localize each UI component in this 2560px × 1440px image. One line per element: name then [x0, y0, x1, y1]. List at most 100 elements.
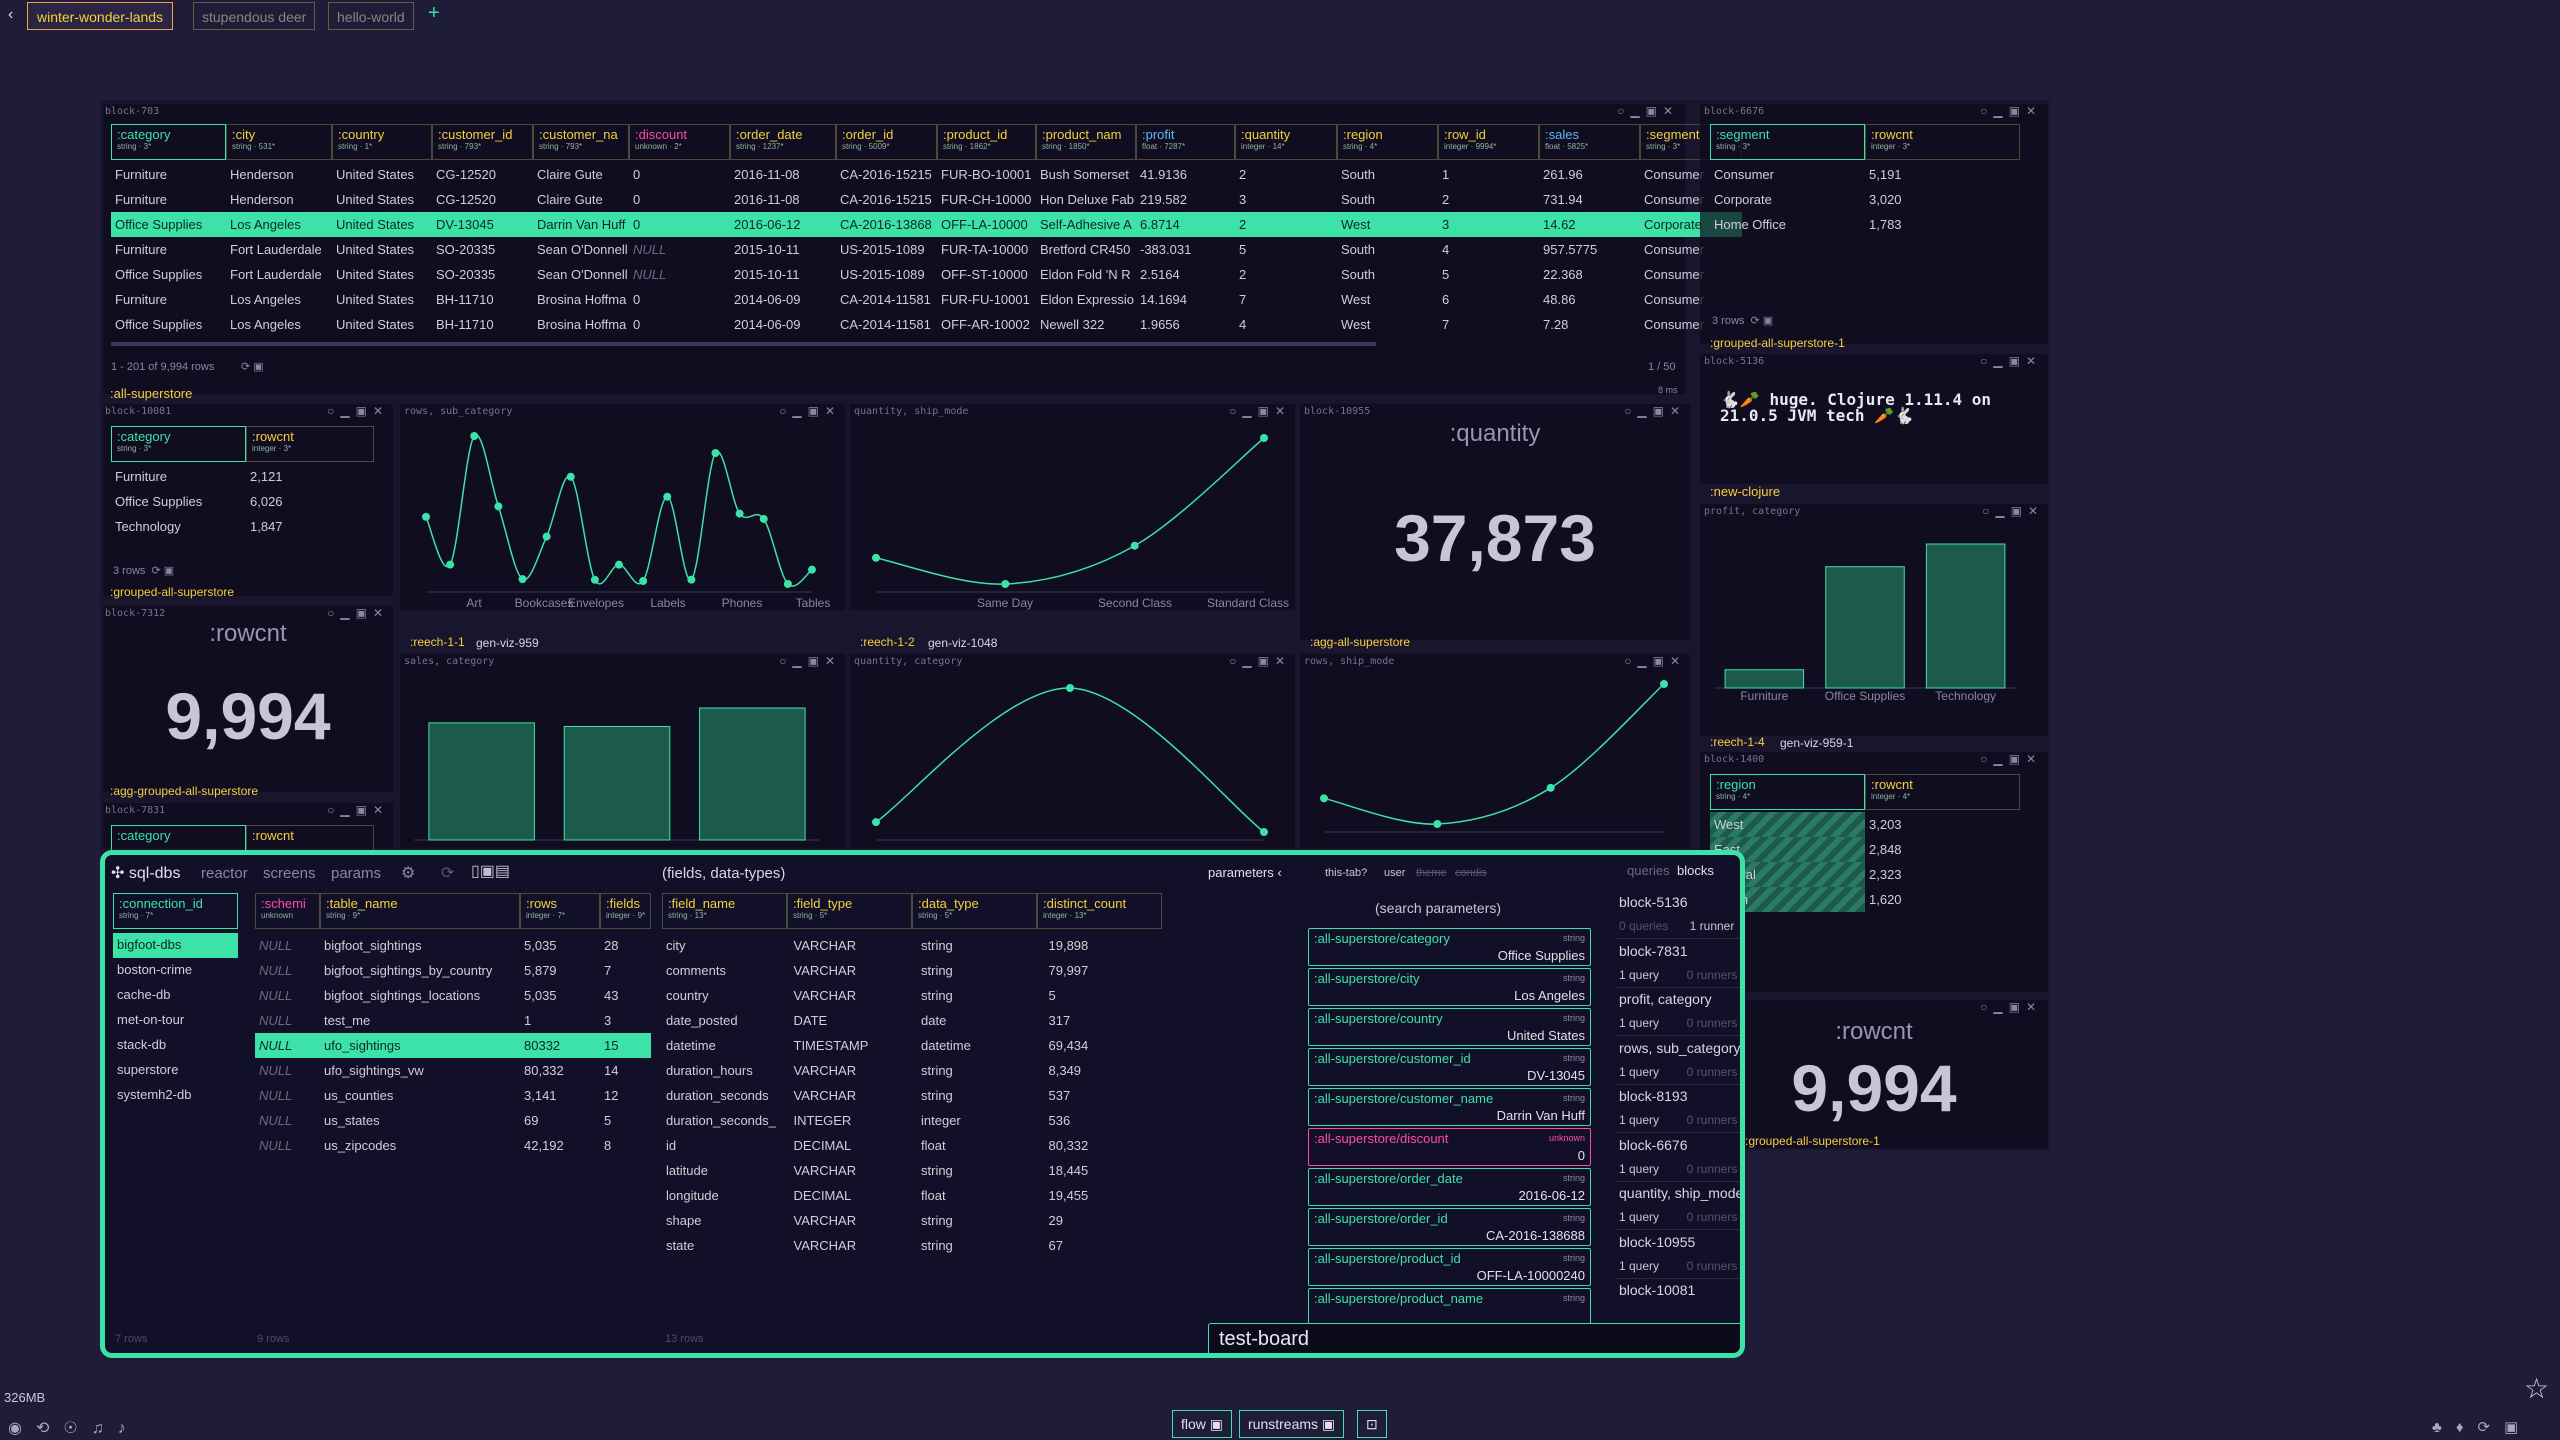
sales-cat-chart-block[interactable]: sales, category ○▁▣✕	[400, 654, 845, 848]
column-header[interactable]: :category string · 3*	[111, 124, 226, 160]
window-controls[interactable]: ○▁▣✕	[1617, 104, 1679, 118]
parameter-card[interactable]: :all-superstore/category string Office Sup…	[1308, 928, 1591, 966]
column-header[interactable]: :order_id string · 5009*	[836, 124, 937, 160]
parameter-card[interactable]: :all-superstore/product_name string	[1308, 1288, 1591, 1326]
parameter-card[interactable]: :all-superstore/order_date string 2016-06-…	[1308, 1168, 1591, 1206]
table-row[interactable]: Central2,323	[1710, 862, 2020, 887]
window-controls[interactable]: ○▁▣✕	[1980, 104, 2042, 118]
table-row[interactable]: Corporate 3,020	[1710, 187, 2020, 212]
back-button[interactable]: ‹	[8, 6, 13, 24]
editor-panel[interactable]: ✣ sql-dbs reactor screens params ⚙ ⟳ ▯▣▤…	[100, 850, 1745, 1358]
table-row[interactable]: state VARCHAR string 67	[662, 1233, 1172, 1258]
parameter-card[interactable]: :all-superstore/city string Los Angeles	[1308, 968, 1591, 1006]
param-tab-theme[interactable]: theme	[1416, 867, 1447, 879]
table-row[interactable]: duration_hours VARCHAR string 8,349	[662, 1058, 1172, 1083]
rowcnt2-block[interactable]: ○▁▣✕ :rowcnt 9,994	[1700, 1000, 2048, 1148]
table-row[interactable]: duration_seconds_ INTEGER integer 536	[662, 1108, 1172, 1133]
block-name-grouped-1[interactable]: :grouped-all-superstore-1	[1745, 1134, 1880, 1148]
table-row[interactable]: datetime TIMESTAMP datetime 69,434	[662, 1033, 1172, 1058]
column-header[interactable]: :table_name string · 9*	[320, 893, 520, 929]
tab-reactor[interactable]: reactor	[201, 865, 248, 882]
param-tab-user[interactable]: user	[1384, 867, 1405, 879]
segment-block[interactable]: block-6676 ○▁▣✕ :segment string · 3* :row…	[1700, 104, 2048, 344]
table-row[interactable]: Furniture Los Angeles United States BH-1171…	[111, 287, 1742, 312]
add-tab-button[interactable]: +	[428, 2, 440, 25]
column-header[interactable]: :data_type string · 5*	[912, 893, 1037, 929]
table-row[interactable]: NULL ufo_sightings_vw 80,332 14	[255, 1058, 651, 1083]
qty-cat-chart-block[interactable]: quantity, category ○▁▣✕	[850, 654, 1295, 848]
table-row[interactable]: country VARCHAR string 5	[662, 983, 1172, 1008]
table-row[interactable]: latitude VARCHAR string 18,445	[662, 1158, 1172, 1183]
window-controls[interactable]: ○▁▣✕	[327, 606, 389, 620]
tab-blocks[interactable]: blocks	[1677, 863, 1714, 878]
table-row[interactable]: Technology 1,847	[111, 514, 374, 539]
block-item[interactable]: rows, sub_category1 query0 runners1 view	[1615, 1037, 1740, 1085]
parameters-label[interactable]: parameters ‹	[1208, 865, 1282, 880]
window-controls[interactable]: ○▁▣✕	[1980, 752, 2042, 766]
parameter-card[interactable]: :all-superstore/discount unknown 0	[1308, 1128, 1591, 1166]
window-controls[interactable]: ○▁▣✕	[1980, 1000, 2042, 1014]
right-status-icons[interactable]: ♣♦⟳▣	[2432, 1418, 2532, 1436]
table-row[interactable]: NULL us_counties 3,141 12	[255, 1083, 651, 1108]
quantity-block[interactable]: block-10955 ○▁▣✕ :quantity 37,873	[1300, 404, 1690, 640]
column-header[interactable]: :product_id string · 1862*	[937, 124, 1036, 160]
tab-winter-wonder-lands[interactable]: winter-wonder-lands	[27, 2, 174, 30]
column-header[interactable]: :customer_id string · 793*	[432, 124, 533, 160]
block-item[interactable]: block-51360 queries1 runner0 views	[1615, 891, 1740, 939]
table-row[interactable]: id DECIMAL float 80,332	[662, 1133, 1172, 1158]
shipmode-chart-block[interactable]: quantity, ship_mode ○▁▣✕ Same Day Second …	[850, 404, 1295, 610]
connection-item[interactable]: boston-crime	[113, 958, 238, 983]
connection-item[interactable]: met-on-tour	[113, 1008, 238, 1033]
connection-item[interactable]: superstore	[113, 1058, 238, 1083]
window-controls[interactable]: ○▁▣✕	[327, 404, 389, 418]
window-controls[interactable]: ○▁▣✕	[1624, 404, 1686, 418]
window-controls[interactable]: ○▁▣✕	[1980, 354, 2042, 368]
rows-ship-chart-block[interactable]: rows, ship_mode ○▁▣✕	[1300, 654, 1690, 848]
table-row[interactable]: Furniture Henderson United States CG-12520 C…	[111, 187, 1742, 212]
chart-name[interactable]: :reech-1-2	[860, 635, 915, 649]
table-row[interactable]: shape VARCHAR string 29	[662, 1208, 1172, 1233]
table-row[interactable]: NULL test_me 1 3	[255, 1008, 651, 1033]
tab-stupendous-deer[interactable]: stupendous deer	[193, 2, 316, 30]
param-tab-this-tab[interactable]: this-tab?	[1325, 867, 1367, 879]
table-row[interactable]: NULL ufo_sightings 80332 15	[255, 1033, 651, 1058]
lock-icon[interactable]: ⊡	[1357, 1410, 1387, 1438]
table-row[interactable]: longitude DECIMAL float 19,455	[662, 1183, 1172, 1208]
column-header[interactable]: :field_type string · 5*	[787, 893, 912, 929]
parameter-card[interactable]: :all-superstore/customer_name string Darri…	[1308, 1088, 1591, 1126]
block-name-new-clojure[interactable]: :new-clojure	[1710, 484, 1780, 499]
block-item[interactable]: profit, category1 query0 runners1 view	[1615, 988, 1740, 1036]
table-row[interactable]: Office Supplies Los Angeles United States D…	[111, 212, 1742, 237]
table-row[interactable]: NULL bigfoot_sightings_locations 5,035 43	[255, 983, 651, 1008]
star-icon[interactable]: ☆	[2524, 1372, 2549, 1405]
chart-name[interactable]: :reech-1-1	[410, 635, 465, 649]
block-name-grouped-all-superstore[interactable]: :grouped-all-superstore	[110, 585, 234, 599]
block-item[interactable]: block-78311 query0 runners0 views	[1615, 940, 1740, 988]
table-row[interactable]: city VARCHAR string 19,898	[662, 933, 1172, 958]
connection-item[interactable]: bigfoot-dbs	[113, 933, 238, 958]
column-header[interactable]: :row_id integer · 9994*	[1438, 124, 1539, 160]
table-row[interactable]: Office Supplies 6,026	[111, 489, 374, 514]
column-header[interactable]: :region string · 4*	[1337, 124, 1438, 160]
table-row[interactable]: Office Supplies Los Angeles United States B…	[111, 312, 1742, 337]
layout-icon[interactable]: ▯▣▤	[471, 861, 510, 881]
clojure-block[interactable]: block-5136 ○▁▣✕ 🐇🥕 huge. Clojure 1.11.4 …	[1700, 354, 2048, 484]
region-block[interactable]: block-1400 ○▁▣✕ :region string · 4* :rowc…	[1700, 752, 2048, 992]
connection-item[interactable]: stack-db	[113, 1033, 238, 1058]
main-grid-block[interactable]: block-703 ○▁▣✕ :category string · 3*:city…	[103, 104, 1742, 395]
block-name-agg-grouped[interactable]: :agg-grouped-all-superstore	[110, 784, 258, 798]
refresh-icon[interactable]: ⟳ ▣	[241, 360, 264, 373]
table-row[interactable]: Furniture Henderson United States CG-12520 C…	[111, 162, 1742, 187]
refresh-icon[interactable]: ⟳	[441, 863, 454, 883]
table-row[interactable]: date_posted DATE date 317	[662, 1008, 1172, 1033]
table-row[interactable]: NULL bigfoot_sightings_by_country 5,879 7	[255, 958, 651, 983]
window-controls[interactable]: ○▁▣✕	[327, 803, 389, 817]
block-item[interactable]: block-66761 query0 runners0 views	[1615, 1134, 1740, 1182]
column-header[interactable]: :order_date string · 1237*	[730, 124, 836, 160]
block-item[interactable]: block-10081	[1615, 1279, 1740, 1327]
block-name-grouped-all-superstore-1[interactable]: :grouped-all-superstore-1	[1710, 336, 1845, 350]
column-header[interactable]: :discount unknown · 2*	[629, 124, 730, 160]
table-row[interactable]: NULL us_zipcodes 42,192 8	[255, 1133, 651, 1158]
table-row[interactable]: West 3,203	[1710, 812, 2020, 837]
parameter-card[interactable]: :all-superstore/country string United Stat…	[1308, 1008, 1591, 1046]
